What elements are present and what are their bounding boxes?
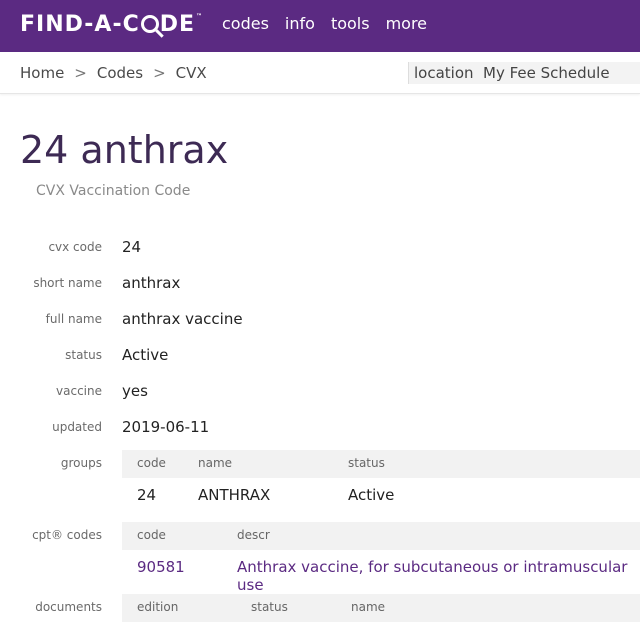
breadcrumb-home[interactable]: Home bbox=[20, 64, 64, 82]
documents-col-edition: edition bbox=[137, 600, 179, 614]
cpt-col-descr: descr bbox=[237, 528, 270, 542]
field-value-cvx-code: 24 bbox=[122, 238, 142, 256]
location-link[interactable]: location bbox=[414, 64, 474, 82]
groups-col-status: status bbox=[348, 456, 385, 470]
nav-codes[interactable]: codes bbox=[222, 14, 269, 33]
groups-cell-code: 24 bbox=[137, 486, 157, 504]
page-subtitle: CVX Vaccination Code bbox=[36, 183, 191, 199]
field-label-updated: updated bbox=[52, 420, 102, 434]
documents-table-header: edition status name bbox=[122, 594, 640, 622]
groups-table: code name status 24 ANTHRAX Active bbox=[122, 450, 640, 514]
breadcrumb-cvx[interactable]: CVX bbox=[176, 64, 207, 82]
documents-col-status: status bbox=[251, 600, 288, 614]
documents-table: edition status name bbox=[122, 594, 640, 622]
groups-cell-name: ANTHRAX bbox=[198, 486, 271, 504]
nav-tools[interactable]: tools bbox=[331, 14, 370, 33]
logo-text-part-b: DE bbox=[159, 11, 196, 37]
utility-bar: location My Fee Schedule bbox=[408, 62, 640, 84]
breadcrumb-separator: > bbox=[74, 64, 87, 82]
groups-table-header: code name status bbox=[122, 450, 640, 478]
breadcrumb-separator: > bbox=[153, 64, 166, 82]
breadcrumb: Home > Codes > CVX bbox=[20, 64, 207, 82]
groups-cell-status: Active bbox=[348, 486, 395, 504]
fee-schedule-link[interactable]: My Fee Schedule bbox=[483, 64, 610, 82]
table-row: 24 ANTHRAX Active bbox=[122, 478, 640, 514]
field-value-short-name: anthrax bbox=[122, 274, 181, 292]
table-row: 90581 Anthrax vaccine, for subcutaneous … bbox=[122, 550, 640, 594]
cpt-table-header: code descr bbox=[122, 522, 640, 550]
cpt-codes-table: code descr 90581 Anthrax vaccine, for su… bbox=[122, 522, 640, 594]
documents-col-name: name bbox=[351, 600, 386, 614]
trademark-mark: ™ bbox=[196, 12, 204, 20]
field-value-full-name: anthrax vaccine bbox=[122, 310, 243, 328]
cpt-descr-link[interactable]: Anthrax vaccine, for subcutaneous or int… bbox=[237, 558, 640, 594]
field-value-updated: 2019-06-11 bbox=[122, 418, 210, 436]
nav-info[interactable]: info bbox=[285, 14, 315, 33]
documents-label: documents bbox=[35, 600, 102, 614]
field-label-full-name: full name bbox=[45, 312, 102, 326]
logo-text-part-a: FIND-A-C bbox=[20, 11, 140, 37]
nav-more[interactable]: more bbox=[386, 14, 427, 33]
field-label-status: status bbox=[65, 348, 102, 362]
field-label-vaccine: vaccine bbox=[56, 384, 102, 398]
cpt-codes-label: cpt® codes bbox=[32, 528, 102, 542]
main-nav: codes info tools more bbox=[222, 14, 427, 33]
field-label-short-name: short name bbox=[33, 276, 102, 290]
breadcrumb-codes[interactable]: Codes bbox=[97, 64, 143, 82]
magnifier-icon bbox=[140, 15, 159, 33]
find-a-code-logo[interactable]: FIND-A-C DE ™ bbox=[20, 10, 203, 38]
groups-col-code: code bbox=[137, 456, 166, 470]
cpt-code-link[interactable]: 90581 bbox=[137, 558, 185, 576]
groups-col-name: name bbox=[198, 456, 233, 470]
top-navbar: FIND-A-C DE ™ codes info tools more bbox=[0, 0, 640, 52]
cpt-col-code: code bbox=[137, 528, 166, 542]
field-value-vaccine: yes bbox=[122, 382, 148, 400]
field-label-cvx-code: cvx code bbox=[48, 240, 102, 254]
groups-label: groups bbox=[60, 456, 102, 470]
page-title: 24 anthrax bbox=[20, 128, 229, 172]
field-value-status: Active bbox=[122, 346, 169, 364]
